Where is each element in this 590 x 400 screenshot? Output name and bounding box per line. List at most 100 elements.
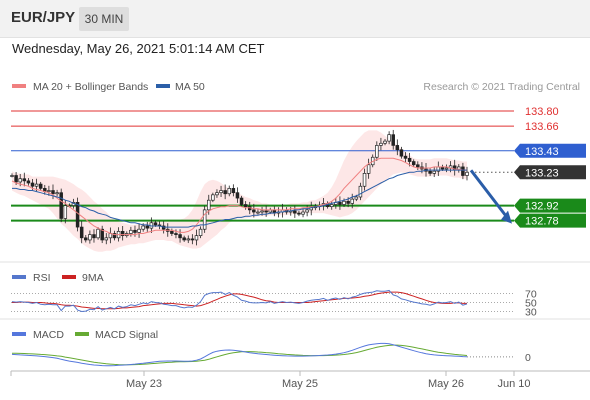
chart-svg: MA 20 + Bollinger Bands MA 50 Research ©…: [0, 81, 590, 390]
candle-body: [47, 190, 51, 192]
candle-body: [198, 228, 203, 237]
current-level-label: 133.23: [525, 167, 559, 179]
candle-body: [305, 209, 309, 213]
candle-body: [264, 210, 268, 213]
x-tick-label: May 25: [282, 378, 318, 390]
forecast-arrow-shaft: [469, 169, 510, 220]
candle-body: [34, 183, 39, 187]
candle-body: [329, 204, 334, 208]
candle-body: [51, 190, 55, 195]
candle-body: [178, 234, 182, 239]
candle-body: [391, 134, 395, 146]
candle-body: [411, 161, 416, 166]
candle-body: [84, 237, 88, 241]
candle-body: [223, 190, 227, 195]
macd-signal-legend-swatch: [75, 332, 89, 336]
candle-body: [202, 209, 207, 230]
candle-body: [293, 210, 297, 214]
x-tick-label: May 26: [428, 378, 464, 390]
rsi-ma-line: [12, 291, 467, 310]
macd-legend-swatch: [12, 332, 26, 336]
candle-body: [407, 157, 412, 162]
candle-body: [79, 226, 84, 239]
pivot-level-label: 133.43: [525, 146, 559, 158]
candle-body: [354, 196, 359, 200]
candle-body: [133, 229, 137, 233]
candle-body: [227, 188, 232, 195]
macd-line: [11, 342, 468, 367]
candle-body: [26, 180, 31, 184]
resistance-level-label: 133.66: [525, 121, 559, 133]
x-tick-label: Jun 10: [497, 378, 530, 390]
rsi-ma-legend-swatch: [62, 275, 76, 279]
candle-body: [444, 167, 449, 170]
ma50-legend-swatch: [156, 84, 170, 88]
candle-body: [59, 192, 63, 219]
candle-body: [18, 178, 22, 183]
credit-label: Research © 2021 Trading Central: [423, 81, 580, 93]
candle-body: [346, 200, 350, 204]
candle-body: [350, 198, 354, 204]
candle-body: [432, 170, 436, 174]
candle-body: [379, 142, 383, 146]
candle-body: [260, 210, 264, 213]
candle-body: [235, 192, 240, 199]
candle-body: [239, 197, 244, 205]
macd-legend-label: MACD: [33, 329, 64, 341]
candle-body: [30, 182, 35, 187]
ma20-legend-swatch: [12, 84, 26, 88]
price-panel: 133.80 133.66 133.43 133.23 132.92 132.78: [10, 106, 586, 252]
candle-body: [190, 238, 195, 241]
rsi-tick-label: 30: [525, 307, 537, 319]
macd-tick-label: 0: [525, 352, 531, 364]
support-level-label: 132.78: [525, 216, 559, 228]
candle-body: [366, 164, 371, 174]
candle-body: [211, 194, 215, 201]
macd-signal-line: [11, 344, 468, 366]
candle-body: [399, 149, 404, 157]
candle-body: [219, 190, 223, 194]
macd-panel: 0: [11, 342, 531, 367]
candle-body: [137, 228, 141, 233]
candle-body: [174, 233, 178, 235]
candle-body: [383, 140, 387, 144]
rsi-legend-label: RSI: [33, 272, 51, 284]
candle-body: [252, 209, 256, 213]
candle-body: [207, 199, 211, 211]
candle-body: [92, 234, 96, 239]
x-axis: May 23 May 25 May 26 Jun 10: [10, 371, 531, 390]
candle-body: [75, 202, 80, 228]
candle-body: [96, 228, 100, 239]
candle-body: [22, 178, 27, 182]
rsi-legend-swatch: [12, 275, 26, 279]
candle-body: [170, 231, 174, 234]
candle-body: [88, 234, 92, 241]
candle-body: [465, 171, 469, 176]
candle-body: [55, 192, 59, 195]
candle-body: [338, 202, 342, 205]
candle-body: [375, 145, 379, 158]
resistance-level-label: 133.80: [525, 106, 559, 118]
candle-body: [301, 211, 305, 215]
rsi-ma-legend-label: 9MA: [82, 272, 104, 284]
candle-body: [342, 200, 346, 205]
candle-body: [243, 204, 248, 208]
candle-body: [14, 175, 18, 183]
candle-body: [428, 170, 432, 174]
candle-body: [104, 237, 109, 241]
candle-body: [403, 155, 408, 159]
ma50-legend-label: MA 50: [175, 81, 205, 93]
candle-body: [194, 235, 199, 241]
rsi-panel: 705030: [11, 289, 537, 319]
candle-body: [358, 185, 363, 198]
candle-body: [256, 211, 260, 214]
candle-body: [416, 164, 420, 168]
candle-body: [395, 145, 400, 151]
candle-body: [129, 229, 133, 234]
candle-body: [141, 225, 145, 230]
candle-body: [231, 188, 236, 194]
candle-body: [153, 222, 158, 226]
candle-body: [461, 166, 465, 176]
candle-body: [10, 175, 14, 177]
support-level-label: 132.92: [525, 201, 559, 213]
